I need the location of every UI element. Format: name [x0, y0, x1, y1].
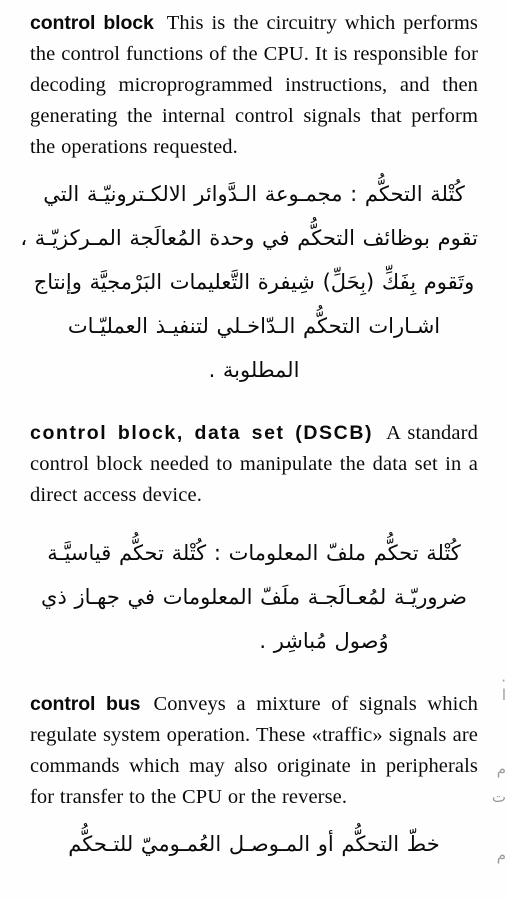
entry-headword: control bus — [30, 693, 141, 715]
entry-headword: control block — [30, 12, 154, 34]
arabic-translation-block: كُتْلة تحكُّم ملفّ المعلومات : كُتْلة تح… — [30, 531, 478, 663]
arabic-translation-block: خطّ التحكُّم أو المـوصـل العُمـوميّ للتـ… — [30, 822, 478, 866]
bleed-glyph: ت — [491, 788, 506, 806]
arabic-line: خطّ التحكُّم أو المـوصـل العُمـوميّ للتـ… — [68, 832, 440, 856]
arabic-line: اشـارات التحكُّم الـدّاخـلي لتنفيـذ العم… — [67, 314, 441, 338]
bleed-glyph: م — [496, 846, 506, 864]
arabic-line: كُتْلة تحكُّم ملفّ المعلومات : كُتْلة تح… — [47, 541, 461, 565]
entry-headword: control block, data set (DSCB) — [30, 422, 374, 444]
arabic-line: وُصول مُباشِر . — [259, 629, 389, 653]
arabic-line: وتَقوم بِفَكِّ (بِحَلِّ) شِيفرة التَّعلي… — [33, 270, 475, 294]
dictionary-entry: control block, data set (DSCB) A standard… — [30, 418, 478, 511]
arabic-line: تقوم بوظائف التحكُّم في وحدة المُعالَجة … — [20, 226, 478, 250]
dictionary-page: control block This is the circuitry which… — [0, 0, 508, 900]
text-column: control block This is the circuitry which… — [20, 8, 478, 866]
dictionary-entry: control block This is the circuitry which… — [30, 8, 478, 163]
arabic-line: المطلوبة . — [208, 358, 300, 382]
arabic-line: ضروريّـة لمُعـالَجـة ملَفّ المعلومات في … — [41, 585, 467, 609]
bleed-glyph: ا — [501, 686, 506, 704]
bleed-glyph: م — [496, 760, 506, 778]
arabic-translation-block: كُتْلة التحكُّم : مجمـوعة الـدَّوائر الا… — [20, 172, 478, 392]
dictionary-entry: control bus Conveys a mixture of signals … — [30, 689, 478, 813]
arabic-line: كُتْلة التحكُّم : مجمـوعة الـدَّوائر الا… — [43, 182, 465, 206]
